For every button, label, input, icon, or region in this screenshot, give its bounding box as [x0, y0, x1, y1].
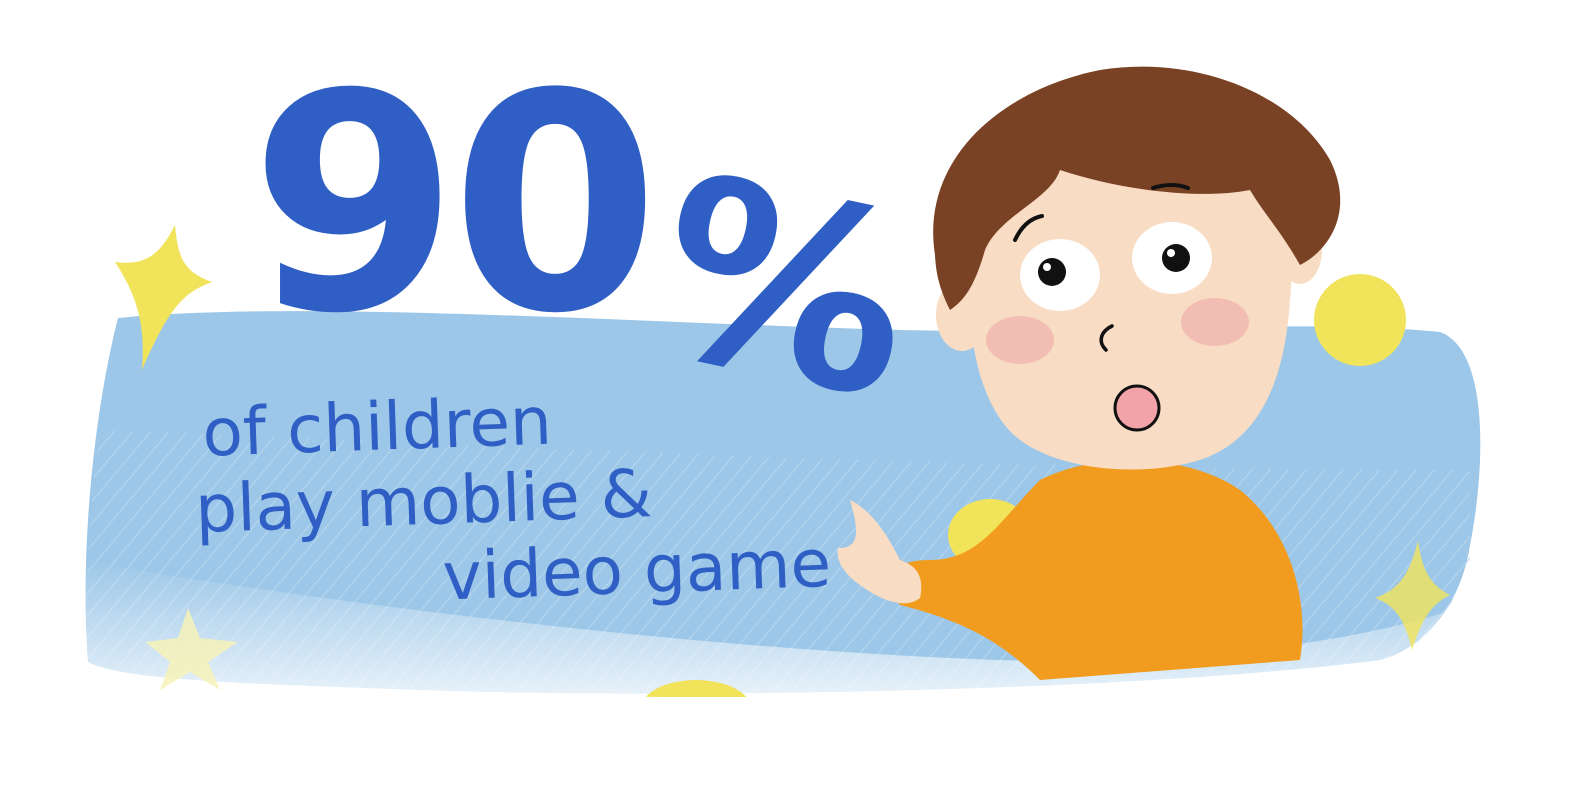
caption: of children play moblie & video game	[191, 374, 832, 624]
infographic: 90 % of children play moblie & video gam…	[0, 0, 1587, 794]
bottom-edge-fade	[0, 690, 1587, 794]
pupil-shine-left	[1043, 263, 1051, 271]
cheek-right	[1181, 298, 1249, 346]
headline-number: 90	[250, 30, 659, 379]
cheek-left	[986, 316, 1054, 364]
mouth	[1113, 384, 1161, 432]
dot-icon	[1314, 274, 1406, 366]
pupil-right	[1162, 244, 1190, 272]
pupil-shine-right	[1167, 249, 1175, 257]
pupil-left	[1038, 258, 1066, 286]
